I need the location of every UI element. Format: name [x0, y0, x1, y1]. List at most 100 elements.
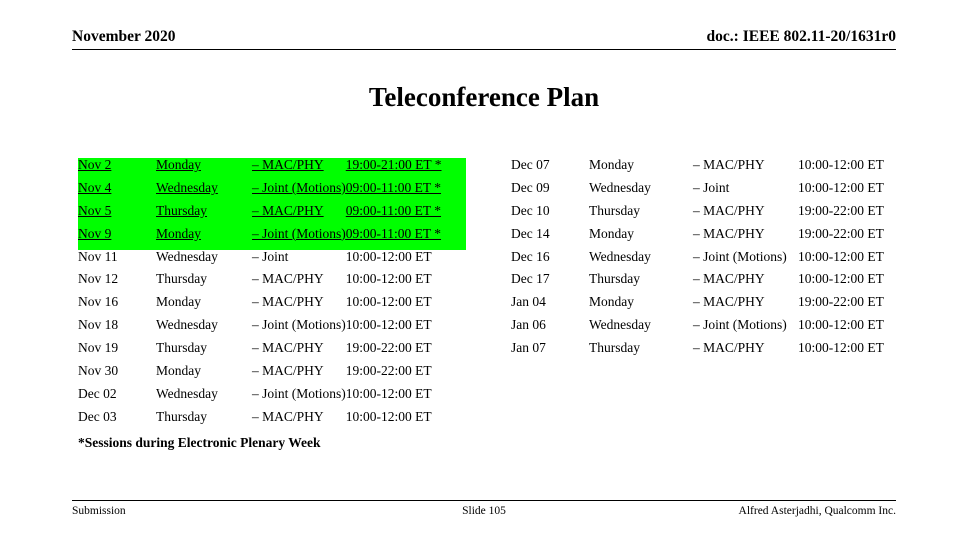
table-row: Dec 17 Thursday – MAC/PHY 10:00-12:00 ET	[511, 272, 918, 295]
schedule-table-left: Nov 2 Monday – MAC/PHY 19:00-21:00 ET * Nov …	[78, 158, 466, 433]
row-time: 10:00-12:00 ET	[345, 294, 432, 310]
row-time: 10:00-12:00 ET	[345, 271, 432, 287]
row-session-type: – MAC/PHY	[252, 363, 324, 379]
row-date: Jan 07	[511, 340, 546, 356]
table-row: Dec 09 Wednesday – Joint 10:00-12:00 ET	[511, 181, 918, 204]
header-divider	[72, 49, 896, 50]
row-time: 19:00-22:00 ET	[345, 340, 432, 356]
row-date: Nov 5	[78, 204, 156, 227]
footer-divider	[72, 500, 896, 501]
row-time: 19:00-22:00 ET	[798, 202, 884, 218]
table-row: Nov 4 Wednesday – Joint (Motions) 09:00-11:…	[78, 181, 466, 204]
row-day: Monday	[156, 363, 201, 379]
row-day: Thursday	[156, 408, 207, 424]
row-session-type: – MAC/PHY	[252, 271, 324, 287]
row-date: Nov 12	[78, 271, 119, 287]
row-session-type: – Joint (Motions)	[252, 226, 346, 250]
row-session-type: – MAC/PHY	[252, 340, 324, 356]
row-day: Wednesday	[589, 248, 651, 264]
schedule-table-left-body: Nov 2 Monday – MAC/PHY 19:00-21:00 ET * Nov …	[78, 158, 466, 433]
row-date: Nov 9	[78, 226, 156, 250]
row-session-type: – Joint (Motions)	[252, 317, 346, 333]
row-day: Thursday	[589, 340, 640, 356]
table-row: Jan 07 Thursday – MAC/PHY 10:00-12:00 ET	[511, 341, 918, 364]
row-session-type: – MAC/PHY	[693, 340, 765, 356]
schedule-table-right-body: Dec 07 Monday – MAC/PHY 10:00-12:00 ET Dec 0…	[511, 158, 918, 364]
row-session-type: – MAC/PHY	[693, 157, 765, 172]
row-date: Dec 10	[511, 202, 550, 218]
table-row: Nov 19 Thursday – MAC/PHY 19:00-22:00 ET	[78, 341, 466, 364]
row-time: 10:00-12:00 ET	[798, 179, 884, 195]
table-row: Nov 5 Thursday – MAC/PHY 09:00-11:00 ET *	[78, 204, 466, 227]
row-date: Dec 02	[78, 385, 117, 401]
row-day: Monday	[156, 294, 201, 310]
table-row: Nov 18 Wednesday – Joint (Motions) 10:00-12…	[78, 318, 466, 341]
row-session-type: – MAC/PHY	[693, 271, 765, 287]
row-day: Wednesday	[589, 317, 651, 333]
row-date: Nov 2	[78, 158, 156, 181]
row-date: Nov 18	[78, 317, 119, 333]
row-day: Thursday	[156, 340, 207, 356]
row-date: Nov 16	[78, 294, 119, 310]
row-date: Dec 09	[511, 179, 550, 195]
schedule-table-right: Dec 07 Monday – MAC/PHY 10:00-12:00 ET Dec 0…	[511, 158, 918, 364]
page-title: Teleconference Plan	[368, 82, 600, 112]
table-row: Jan 04 Monday – MAC/PHY 19:00-22:00 ET	[511, 295, 918, 318]
row-day: Wednesday	[589, 179, 651, 195]
row-session-type: – MAC/PHY	[693, 225, 765, 241]
row-session-type: – Joint	[693, 179, 730, 195]
header-doc-number: doc.: IEEE 802.11-20/1631r0	[706, 28, 896, 45]
row-date: Jan 06	[511, 317, 546, 333]
table-row: Nov 11 Wednesday – Joint 10:00-12:00 ET	[78, 248, 466, 273]
table-row: Nov 12 Thursday – MAC/PHY 10:00-12:00 ET	[78, 272, 466, 295]
table-row: Nov 9 Monday – Joint (Motions) 09:00-11:00 …	[78, 226, 466, 250]
row-session-type: – Joint (Motions)	[252, 385, 346, 401]
table-row: Dec 14 Monday – MAC/PHY 19:00-22:00 ET	[511, 225, 918, 250]
row-time: 19:00-21:00 ET *	[345, 158, 466, 181]
row-time: 10:00-12:00 ET	[345, 408, 432, 424]
row-day: Wednesday	[156, 248, 218, 264]
row-session-type: – Joint (Motions)	[693, 248, 787, 264]
row-session-type: – MAC/PHY	[252, 408, 324, 424]
row-time: 09:00-11:00 ET *	[345, 226, 466, 250]
row-time: 10:00-12:00 ET	[345, 248, 432, 264]
table-row: Dec 03 Thursday – MAC/PHY 10:00-12:00 ET	[78, 410, 466, 433]
row-time: 10:00-12:00 ET	[345, 317, 432, 333]
row-session-type: – Joint	[252, 248, 289, 264]
footnote: *Sessions during Electronic Plenary Week	[78, 435, 321, 450]
table-row: Dec 16 Wednesday – Joint (Motions) 10:00-12…	[511, 248, 918, 273]
row-session-type: – MAC/PHY	[693, 202, 765, 218]
table-row: Dec 02 Wednesday – Joint (Motions) 10:00-12…	[78, 387, 466, 410]
slide: November 2020 doc.: IEEE 802.11-20/1631r…	[0, 0, 960, 540]
row-day: Monday	[589, 225, 634, 241]
row-session-type: – MAC/PHY	[693, 294, 765, 310]
row-session-type: – Joint (Motions)	[693, 317, 787, 333]
table-row: Dec 10 Thursday – MAC/PHY 19:00-22:00 ET	[511, 204, 918, 227]
slide-header: November 2020 doc.: IEEE 802.11-20/1631r…	[72, 28, 896, 50]
row-time: 10:00-12:00 ET	[345, 385, 432, 401]
row-day: Wednesday	[156, 181, 252, 204]
row-time: 19:00-22:00 ET	[798, 294, 884, 310]
row-date: Nov 11	[78, 248, 118, 264]
row-time: 09:00-11:00 ET *	[345, 181, 466, 204]
row-time: 10:00-12:00 ET	[798, 157, 884, 172]
row-time: 10:00-12:00 ET	[798, 248, 884, 264]
row-day: Monday	[156, 158, 252, 181]
footer-author: Alfred Asterjadhi, Qualcomm Inc.	[738, 505, 896, 517]
row-date: Jan 04	[511, 294, 546, 310]
row-date: Nov 30	[78, 363, 119, 379]
row-day: Wednesday	[156, 317, 218, 333]
row-session-type: – Joint (Motions)	[252, 181, 346, 204]
row-date: Nov 19	[78, 340, 119, 356]
table-row: Dec 07 Monday – MAC/PHY 10:00-12:00 ET	[511, 158, 918, 181]
row-day: Thursday	[589, 202, 640, 218]
row-date: Nov 4	[78, 181, 156, 204]
table-row: Nov 2 Monday – MAC/PHY 19:00-21:00 ET *	[78, 158, 466, 181]
row-day: Thursday	[589, 271, 640, 287]
row-date: Dec 03	[78, 408, 117, 424]
row-session-type: – MAC/PHY	[252, 204, 346, 227]
row-day: Wednesday	[156, 385, 218, 401]
slide-footer: Submission Slide 105 Alfred Asterjadhi, …	[72, 500, 896, 520]
row-day: Thursday	[156, 271, 207, 287]
row-day: Monday	[589, 294, 634, 310]
